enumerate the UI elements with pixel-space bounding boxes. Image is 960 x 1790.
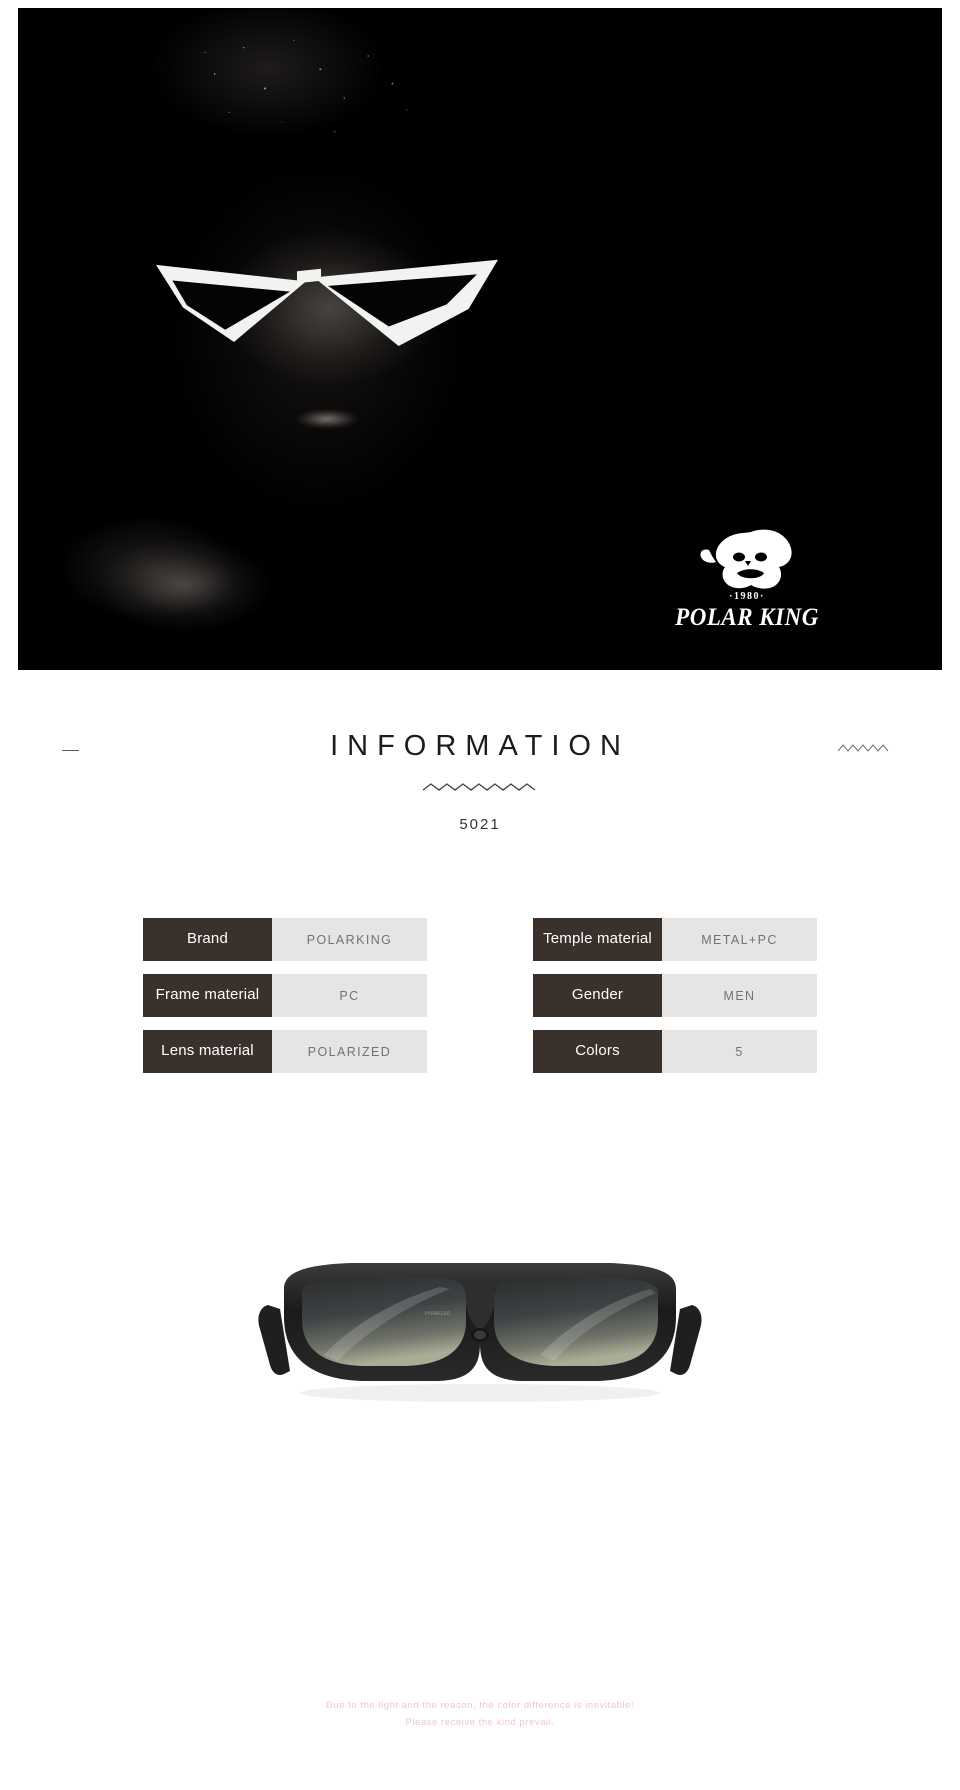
- product-sunglasses-image: Polarized: [258, 1263, 702, 1402]
- spec-label: Brand: [143, 918, 272, 961]
- spec-value: POLARIZED: [272, 1030, 427, 1073]
- table-row: Gender MEN: [533, 974, 817, 1017]
- spec-table-right: Temple material METAL+PC Gender MEN Colo…: [533, 918, 817, 1073]
- spec-label: Temple material: [533, 918, 662, 961]
- spec-label: Lens material: [143, 1030, 272, 1073]
- specification-tables: Brand POLARKING Frame material PC Lens m…: [0, 918, 960, 1073]
- svg-text:Polarized: Polarized: [425, 1311, 450, 1317]
- hero-banner: ·1980· POLAR KING: [18, 8, 942, 670]
- spec-table-left: Brand POLARKING Frame material PC Lens m…: [143, 918, 427, 1073]
- spec-label: Frame material: [143, 974, 272, 1017]
- hair-texture: [186, 26, 426, 146]
- spec-label: Gender: [533, 974, 662, 1017]
- page-title: INFORMATION: [330, 730, 630, 762]
- zigzag-icon-center: [422, 783, 536, 791]
- brand-year: ·1980·: [729, 591, 765, 602]
- disclaimer-line-1: Due to the light and the reason, the col…: [325, 1700, 635, 1711]
- information-heading-row: INFORMATION: [0, 712, 960, 774]
- spec-value: PC: [272, 974, 427, 1017]
- table-row: Colors 5: [533, 1030, 817, 1073]
- spec-value: POLARKING: [272, 918, 427, 961]
- table-row: Lens material POLARIZED: [143, 1030, 427, 1073]
- table-row: Frame material PC: [143, 974, 427, 1017]
- disclaimer-line-2: Please receive the kind prevail.: [405, 1716, 555, 1728]
- cat-eye-bridge: [297, 268, 321, 284]
- gorilla-head-icon: [700, 529, 792, 589]
- model-shoulder-highlight: [58, 508, 288, 648]
- color-difference-disclaimer: Due to the light and the reason, the col…: [0, 1698, 960, 1731]
- table-row: Brand POLARKING: [143, 918, 427, 961]
- information-section: INFORMATION 5021: [0, 712, 960, 833]
- table-row: Temple material METAL+PC: [533, 918, 817, 961]
- brand-name: POLAR KING: [675, 602, 819, 631]
- product-photo-area: Polarized: [0, 1215, 960, 1665]
- spec-value: 5: [662, 1030, 817, 1073]
- spec-value: MEN: [662, 974, 817, 1017]
- product-detail-page: ·1980· POLAR KING INFORMATION 5021 Brand…: [0, 0, 960, 1790]
- model-number: 5021: [459, 816, 501, 833]
- brand-logo: ·1980· POLAR KING: [672, 528, 822, 631]
- spec-label: Colors: [533, 1030, 662, 1073]
- model-lips-highlight: [286, 406, 368, 432]
- zigzag-icon-right: [838, 744, 889, 752]
- spec-value: METAL+PC: [662, 918, 817, 961]
